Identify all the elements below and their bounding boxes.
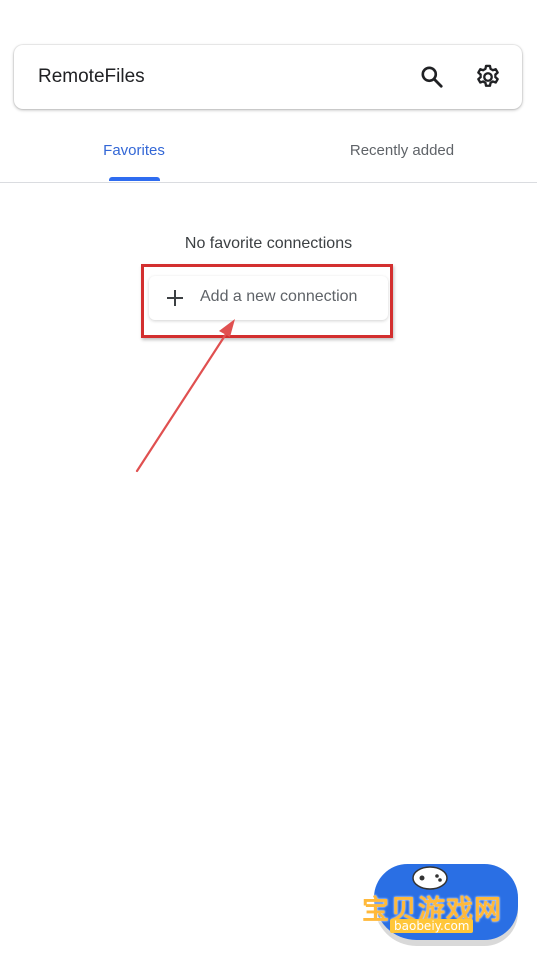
- search-button[interactable]: [418, 63, 446, 91]
- watermark-logo: 宝贝游戏网 baobeiy.com: [360, 862, 522, 950]
- annotation-highlight-box: [141, 264, 393, 338]
- app-bar: RemoteFiles: [14, 45, 522, 109]
- empty-state-message: No favorite connections: [184, 235, 353, 252]
- watermark-url: baobeiy.com: [390, 919, 474, 933]
- settings-button[interactable]: [474, 63, 502, 91]
- search-icon: [421, 66, 443, 88]
- tab-favorites[interactable]: Favorites: [0, 128, 268, 182]
- gear-icon: [477, 64, 499, 87]
- app-title: RemoteFiles: [38, 66, 145, 87]
- tab-indicator: [109, 177, 160, 181]
- tab-recently-added[interactable]: Recently added: [268, 128, 536, 182]
- tab-bar: Favorites Recently added: [0, 128, 537, 183]
